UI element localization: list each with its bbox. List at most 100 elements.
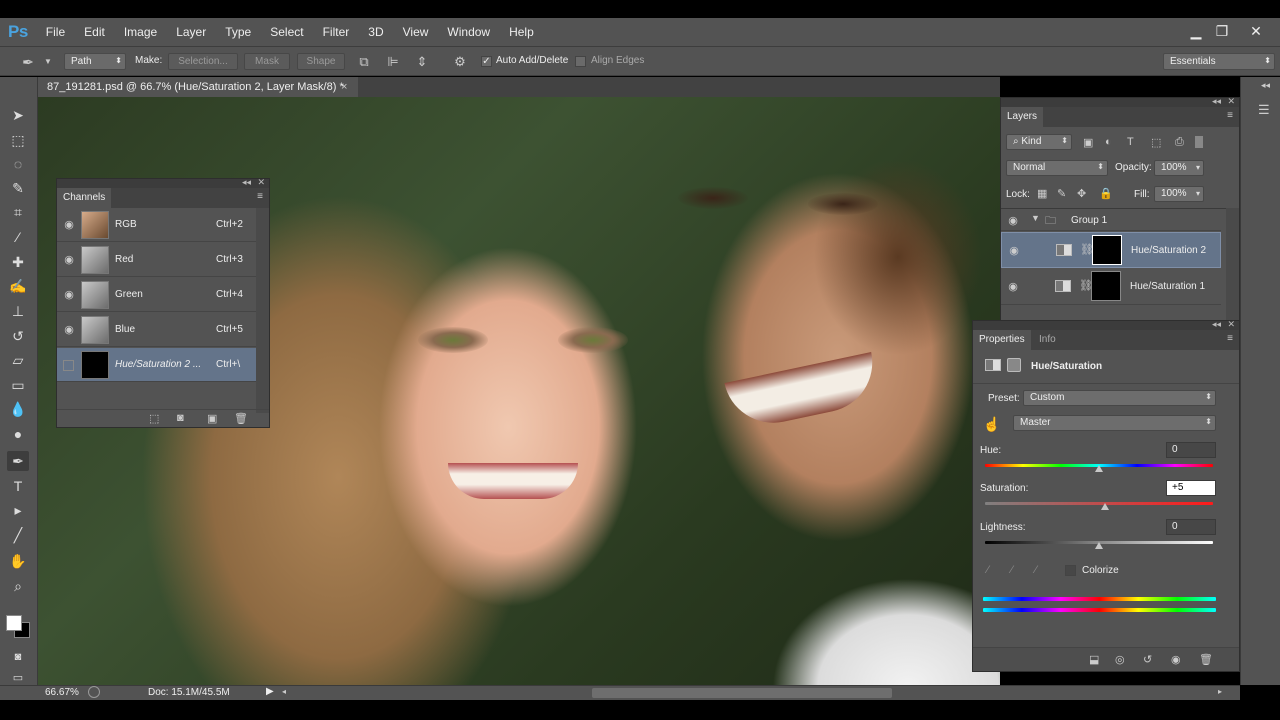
channel-row-green[interactable]: ◉ Green Ctrl+4 bbox=[57, 278, 256, 312]
visibility-toggle[interactable] bbox=[63, 360, 74, 371]
filter-adjustment-icon[interactable]: ◐ bbox=[1105, 136, 1112, 148]
eyedropper-icon[interactable]: ⁄ bbox=[987, 564, 989, 576]
scroll-right-icon[interactable]: ▸ bbox=[1218, 687, 1222, 696]
status-menu-arrow-icon[interactable]: ▶ bbox=[266, 686, 274, 697]
auto-add-delete-checkbox[interactable]: ✓ bbox=[481, 56, 492, 67]
foreground-color-swatch[interactable] bbox=[6, 615, 22, 631]
eye-icon[interactable]: ◉ bbox=[62, 323, 76, 336]
blur-tool-icon[interactable]: 💧 bbox=[7, 399, 29, 419]
saturation-slider-thumb[interactable] bbox=[1101, 503, 1109, 510]
dodge-tool-icon[interactable]: ● bbox=[7, 424, 29, 444]
layer-row-group-1[interactable]: ◉ ▼ 🗀 Group 1 bbox=[1001, 209, 1221, 231]
tab-channels[interactable]: Channels bbox=[57, 188, 112, 208]
preset-select[interactable]: Custom ⬍ bbox=[1023, 390, 1216, 406]
menu-window[interactable]: Window bbox=[447, 25, 490, 39]
hand-tool-icon[interactable]: ✋ bbox=[7, 551, 29, 571]
channel-row-rgb[interactable]: ◉ RGB Ctrl+2 bbox=[57, 208, 256, 242]
menu-file[interactable]: File bbox=[46, 25, 65, 39]
filter-type-icon[interactable]: T bbox=[1127, 136, 1134, 148]
menu-help[interactable]: Help bbox=[509, 25, 534, 39]
path-operations-icon[interactable]: ⧉ bbox=[356, 54, 372, 70]
eye-icon[interactable]: ◉ bbox=[62, 218, 76, 231]
lock-transparent-icon[interactable]: ▦ bbox=[1037, 187, 1047, 200]
minimize-icon[interactable]: ▁ bbox=[1182, 18, 1210, 46]
menu-filter[interactable]: Filter bbox=[323, 25, 350, 39]
path-selection-tool-icon[interactable]: ▸ bbox=[7, 500, 29, 520]
tab-info[interactable]: Info bbox=[1033, 330, 1062, 350]
horizontal-scrollbar-thumb[interactable] bbox=[592, 688, 892, 698]
reset-icon[interactable]: ↺ bbox=[1143, 653, 1152, 666]
menu-layer[interactable]: Layer bbox=[176, 25, 206, 39]
menu-3d[interactable]: 3D bbox=[368, 25, 383, 39]
filter-toggle-icon[interactable] bbox=[1195, 136, 1203, 148]
layer-filter-kind-select[interactable]: ⌕ Kind ⬍ bbox=[1006, 134, 1072, 150]
close-tab-icon[interactable]: × bbox=[341, 77, 347, 97]
channel-row-blue[interactable]: ◉ Blue Ctrl+5 bbox=[57, 313, 256, 347]
trash-icon[interactable]: 🗑 bbox=[1199, 653, 1213, 666]
clip-to-layer-icon[interactable]: ⬓ bbox=[1089, 653, 1099, 666]
move-tool-icon[interactable]: ➤ bbox=[7, 105, 29, 125]
layer-mask-thumbnail[interactable] bbox=[1092, 235, 1122, 265]
saturation-value-field[interactable]: +5 bbox=[1166, 480, 1216, 496]
eyedropper-tool-icon[interactable]: ⁄ bbox=[7, 227, 29, 247]
opacity-input[interactable]: 100% ▾ bbox=[1154, 160, 1204, 176]
menu-type[interactable]: Type bbox=[225, 25, 251, 39]
pen-tool-preset-icon[interactable]: ✒ bbox=[20, 54, 36, 70]
lightness-value-field[interactable]: 0 bbox=[1166, 519, 1216, 535]
hue-slider-thumb[interactable] bbox=[1095, 465, 1103, 472]
quick-mask-icon[interactable]: ◙ bbox=[7, 647, 29, 667]
eyedropper-minus-icon[interactable]: ⁄ bbox=[1035, 564, 1037, 576]
healing-brush-tool-icon[interactable]: ✚ bbox=[7, 252, 29, 272]
close-panel-icon[interactable]: ✕ bbox=[257, 177, 265, 188]
path-alignment-icon[interactable]: ⊫ bbox=[385, 54, 401, 70]
zoom-tool-icon[interactable]: ⌕ bbox=[7, 576, 29, 596]
channels-scrollbar[interactable] bbox=[256, 208, 269, 413]
pen-tool-icon[interactable]: ✒ bbox=[7, 451, 29, 471]
trash-icon[interactable]: 🗑 bbox=[234, 412, 248, 425]
lightness-slider-thumb[interactable] bbox=[1095, 542, 1103, 549]
workspace-select[interactable]: Essentials ⬍ bbox=[1163, 53, 1275, 70]
screen-mode-icon[interactable]: ▭ bbox=[7, 671, 29, 685]
lock-position-icon[interactable]: ✥ bbox=[1077, 187, 1086, 200]
status-icon[interactable] bbox=[88, 686, 100, 698]
lock-all-icon[interactable]: 🔒 bbox=[1099, 187, 1113, 200]
layer-row-hue-saturation-2[interactable]: ◉ ⛓ Hue/Saturation 2 bbox=[1001, 232, 1221, 268]
path-mode-select[interactable]: Path ⬍ bbox=[64, 53, 126, 70]
blend-mode-select[interactable]: Normal ⬍ bbox=[1006, 160, 1108, 176]
gradient-tool-icon[interactable]: ▭ bbox=[7, 375, 29, 395]
hue-value-field[interactable]: 0 bbox=[1166, 442, 1216, 458]
new-channel-icon[interactable]: ▣ bbox=[207, 412, 217, 425]
chevron-down-icon[interactable]: ▼ bbox=[40, 54, 56, 70]
marquee-tool-icon[interactable]: ⬚ bbox=[7, 130, 29, 150]
eye-icon[interactable]: ◉ bbox=[1006, 214, 1020, 227]
make-shape-button[interactable]: Shape bbox=[297, 53, 345, 70]
panel-menu-icon[interactable]: ≡ bbox=[1227, 110, 1233, 121]
collapse-panel-icon[interactable]: ◂◂ bbox=[1212, 319, 1221, 330]
layer-row-hue-saturation-1[interactable]: ◉ ⛓ Hue/Saturation 1 bbox=[1001, 269, 1221, 305]
line-tool-icon[interactable]: ╱ bbox=[7, 525, 29, 545]
mask-icon[interactable] bbox=[1007, 358, 1021, 372]
menu-view[interactable]: View bbox=[403, 25, 429, 39]
history-brush-tool-icon[interactable]: ↺ bbox=[7, 326, 29, 346]
align-edges-checkbox[interactable] bbox=[575, 56, 586, 67]
quick-selection-tool-icon[interactable]: ✎ bbox=[7, 178, 29, 198]
clone-stamp-tool-icon[interactable]: ⊥ bbox=[7, 301, 29, 321]
view-previous-state-icon[interactable]: ◎ bbox=[1115, 653, 1125, 666]
eye-icon[interactable]: ◉ bbox=[1007, 244, 1021, 257]
menu-select[interactable]: Select bbox=[270, 25, 303, 39]
menu-edit[interactable]: Edit bbox=[84, 25, 105, 39]
panel-menu-icon[interactable]: ≡ bbox=[1227, 333, 1233, 344]
menu-image[interactable]: Image bbox=[124, 25, 157, 39]
panel-group-icon[interactable]: ☰ bbox=[1258, 102, 1270, 118]
eye-icon[interactable]: ◉ bbox=[62, 288, 76, 301]
gear-icon[interactable]: ⚙ bbox=[452, 54, 468, 70]
zoom-level[interactable]: 66.67% bbox=[45, 687, 79, 698]
panel-menu-icon[interactable]: ≡ bbox=[257, 191, 263, 202]
channel-row-layer-mask[interactable]: Hue/Saturation 2 ... Ctrl+\ bbox=[57, 348, 256, 382]
brush-tool-icon[interactable]: ✍ bbox=[7, 276, 29, 296]
make-mask-button[interactable]: Mask bbox=[244, 53, 290, 70]
path-arrangement-icon[interactable]: ⇕ bbox=[414, 54, 430, 70]
scroll-left-icon[interactable]: ◂ bbox=[282, 687, 286, 696]
tab-properties[interactable]: Properties bbox=[973, 330, 1031, 350]
restore-icon[interactable]: ❐ bbox=[1208, 18, 1236, 46]
